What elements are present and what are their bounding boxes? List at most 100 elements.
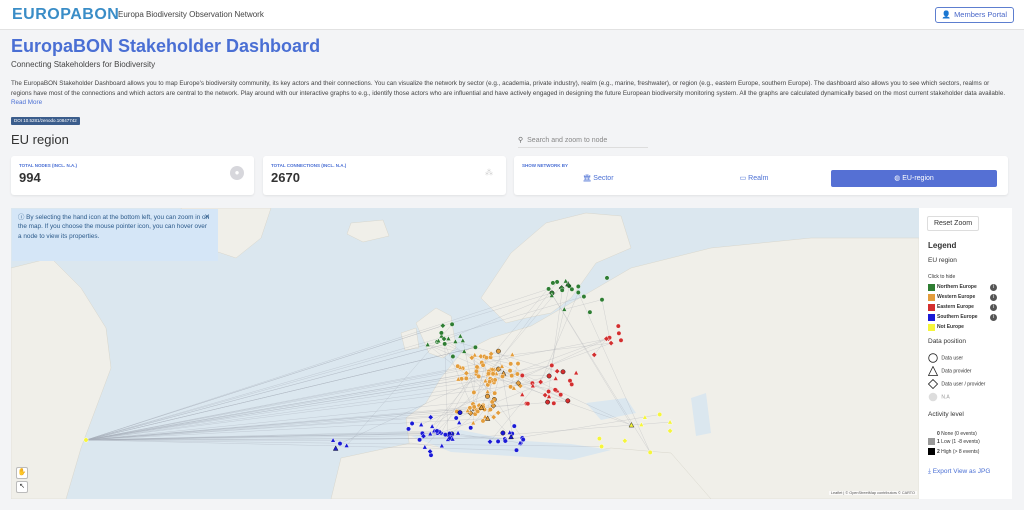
legend-region-southern[interactable]: Southern Europe i — [928, 313, 997, 321]
network-node[interactable] — [442, 432, 448, 438]
network-node[interactable] — [581, 294, 587, 300]
network-node[interactable] — [500, 430, 506, 436]
network-node[interactable] — [575, 290, 581, 295]
network-node[interactable] — [546, 389, 551, 394]
toggle-sector[interactable]: 🏛 Sector — [518, 170, 678, 187]
network-node[interactable] — [546, 286, 551, 292]
network-node[interactable] — [434, 428, 440, 434]
network-node[interactable] — [508, 361, 514, 367]
network-node[interactable] — [599, 444, 604, 449]
network-node[interactable] — [615, 323, 621, 329]
network-node[interactable] — [569, 286, 575, 292]
network-node[interactable] — [511, 423, 517, 429]
network-node[interactable] — [472, 344, 478, 350]
network-node[interactable] — [471, 404, 477, 410]
info-icon[interactable]: i — [990, 313, 997, 321]
info-icon[interactable]: i — [990, 283, 997, 291]
network-node[interactable] — [468, 425, 474, 431]
network-node[interactable] — [495, 348, 501, 354]
network-node[interactable] — [337, 441, 343, 447]
network-node[interactable] — [492, 390, 498, 396]
network-node[interactable] — [457, 410, 463, 416]
close-icon[interactable]: ✕ — [204, 213, 210, 222]
network-node[interactable] — [618, 337, 624, 343]
network-node[interactable] — [471, 389, 477, 395]
members-portal-button[interactable]: 👤 Members Portal — [934, 7, 1014, 23]
map-attribution[interactable]: Leaflet | © OpenStreetMap contributors ©… — [828, 491, 917, 495]
network-node[interactable] — [554, 279, 560, 285]
network-node[interactable] — [545, 399, 550, 405]
network-node[interactable] — [558, 392, 564, 398]
network-node[interactable] — [587, 309, 593, 315]
pointer-tool-button[interactable]: ↖ — [16, 481, 28, 493]
info-icon[interactable]: i — [990, 303, 997, 311]
network-node[interactable] — [480, 362, 486, 368]
hand-tool-button[interactable]: ✋ — [16, 467, 28, 479]
network-node[interactable] — [442, 341, 448, 347]
network-node[interactable] — [474, 364, 480, 370]
export-jpg-link[interactable]: ⤓ Export View as JPG — [928, 468, 990, 476]
network-node[interactable] — [549, 362, 555, 368]
network-node[interactable] — [485, 393, 490, 399]
network-node[interactable] — [657, 412, 663, 417]
network-node[interactable] — [515, 361, 521, 367]
network-node[interactable] — [599, 297, 605, 303]
network-node[interactable] — [519, 373, 525, 378]
network-node[interactable] — [409, 421, 415, 426]
network-node[interactable] — [486, 371, 491, 377]
network-node[interactable] — [487, 379, 492, 385]
network-node[interactable] — [525, 401, 531, 407]
network-node[interactable] — [489, 399, 495, 405]
toggle-eu-region[interactable]: ◍ EU-region — [831, 170, 997, 187]
network-node[interactable] — [514, 371, 520, 377]
network-node[interactable] — [495, 438, 501, 444]
network-node[interactable] — [488, 407, 493, 412]
network-node[interactable] — [492, 377, 498, 383]
network-node[interactable] — [406, 426, 411, 432]
network-node[interactable] — [575, 284, 581, 289]
network-node[interactable] — [546, 373, 552, 379]
network-node[interactable] — [565, 398, 571, 404]
network-node[interactable] — [83, 437, 89, 443]
network-node[interactable] — [597, 436, 602, 442]
legend-region-eastern[interactable]: Eastern Europe i — [928, 303, 997, 311]
network-node[interactable] — [569, 381, 575, 387]
toggle-realm[interactable]: ▭ Realm — [674, 170, 834, 187]
network-node[interactable] — [463, 375, 469, 381]
network-node[interactable] — [474, 368, 479, 374]
network-node[interactable] — [490, 371, 496, 377]
network-node[interactable] — [604, 275, 610, 281]
network-node[interactable] — [475, 408, 481, 414]
network-node[interactable] — [480, 418, 486, 424]
network-node[interactable] — [509, 373, 515, 379]
search-input[interactable]: ⚲ Search and zoom to node — [518, 134, 648, 148]
network-node[interactable] — [438, 330, 444, 336]
read-more-link[interactable]: Read More — [11, 99, 42, 106]
legend-region-northern[interactable]: Northern Europe i — [928, 283, 997, 291]
doi-badge[interactable]: DOI 10.5281/zenodo.10847742 — [11, 117, 80, 125]
network-node[interactable] — [502, 438, 508, 444]
legend-region-not-europe[interactable]: Not Europe — [928, 323, 964, 331]
reset-zoom-button[interactable]: Reset Zoom — [927, 216, 979, 231]
network-node[interactable] — [508, 384, 513, 390]
network-node[interactable] — [647, 449, 653, 455]
legend-region-western[interactable]: Western Europe i — [928, 293, 997, 301]
network-node[interactable] — [500, 373, 505, 379]
network-node[interactable] — [507, 368, 513, 374]
network-node[interactable] — [449, 321, 455, 327]
europabon-logo[interactable]: EUROPABON — [12, 6, 119, 24]
network-node[interactable] — [552, 387, 558, 393]
network-node[interactable] — [550, 280, 556, 286]
network-node[interactable] — [476, 373, 482, 379]
network-node[interactable] — [450, 354, 456, 359]
network-node[interactable] — [514, 447, 519, 453]
network-node[interactable] — [551, 400, 557, 406]
network-node[interactable] — [560, 369, 566, 375]
network-node[interactable] — [453, 415, 459, 421]
network-node[interactable] — [616, 330, 622, 336]
network-node[interactable] — [559, 287, 565, 293]
network-node[interactable] — [417, 437, 422, 443]
network-node[interactable] — [520, 437, 526, 443]
network-node[interactable] — [455, 363, 461, 369]
info-icon[interactable]: i — [990, 293, 997, 301]
